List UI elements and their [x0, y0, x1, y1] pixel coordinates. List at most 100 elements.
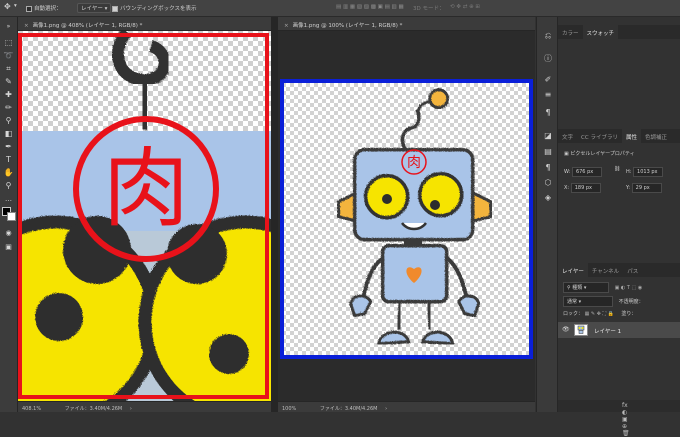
- lock-icons[interactable]: ▦ ✎ ✥ ⛶ 🔒: [585, 311, 614, 317]
- layers-panel-tabs: レイヤー チャンネル パス: [558, 263, 680, 277]
- align-icons[interactable]: ▤ ▥ ▦ ▧ ▨ ▩ ▣ ▤ ▥ ▦: [336, 4, 404, 10]
- y-input[interactable]: 29 px: [631, 183, 662, 193]
- close-icon[interactable]: ×: [24, 23, 29, 29]
- layer-thumbnail: [574, 324, 588, 336]
- blend-mode-value: 通常: [567, 299, 578, 305]
- move-tool-icon[interactable]: ✥: [4, 2, 11, 11]
- tab-swatches[interactable]: スウォッチ: [582, 25, 619, 39]
- tab-doc1[interactable]: × 画像1.png @ 408% (レイヤー 1, RGB/8) *: [18, 17, 271, 31]
- tab-color[interactable]: カラー: [558, 25, 583, 39]
- w-input[interactable]: 676 px: [571, 167, 602, 177]
- background-color-swatch[interactable]: [7, 212, 16, 221]
- brush-settings-icon[interactable]: ✐: [542, 74, 554, 86]
- tab-doc1-label: 画像1.png @ 408% (レイヤー 1, RGB/8) *: [32, 23, 143, 29]
- tab-channels[interactable]: チャンネル: [588, 263, 623, 277]
- checkbox-checked-icon: [112, 5, 118, 12]
- collapse-chevron-icon[interactable]: »: [3, 21, 14, 32]
- paragraph-styles-icon[interactable]: ¶: [542, 162, 554, 174]
- auto-select-checkbox[interactable]: 自動選択：: [26, 4, 62, 12]
- chevron-down-icon[interactable]: ▾: [14, 3, 17, 9]
- paragraph-icon[interactable]: ¶: [542, 107, 554, 119]
- layer-filter-row[interactable]: ⚲ 種類 ▾ ▣ ◐ T ⬚ ◉: [560, 280, 678, 293]
- h-input[interactable]: 1013 px: [633, 167, 664, 177]
- 3d-icon[interactable]: ⬡: [542, 177, 554, 189]
- hand-tool-icon[interactable]: ✋: [3, 167, 14, 178]
- close-icon[interactable]: ×: [284, 23, 289, 29]
- tab-layers[interactable]: レイヤー: [558, 263, 588, 277]
- adjustments-icon[interactable]: ≡: [542, 89, 554, 101]
- tab-cc-libraries[interactable]: CC ライブラリ: [577, 129, 622, 143]
- file-size-info: ファイル：3.40M/4.26M: [64, 406, 123, 412]
- zoom-level[interactable]: 100%: [282, 406, 296, 412]
- tab-adjustments[interactable]: 色調補正: [641, 129, 671, 143]
- clone-source-icon[interactable]: ◪: [542, 130, 554, 142]
- swatches-area[interactable]: [558, 39, 680, 139]
- tab-character[interactable]: 文字: [558, 129, 577, 143]
- lock-label: ロック：: [563, 311, 584, 317]
- y-label: Y:: [626, 185, 631, 191]
- zoom-tool-icon[interactable]: ⚲: [3, 180, 14, 191]
- marquee-tool-icon[interactable]: ⬚: [3, 37, 14, 48]
- crop-tool-icon[interactable]: ⌗: [3, 63, 14, 74]
- layer-footer-icons[interactable]: fx ◐ ▣ ⊕ 🗑: [622, 402, 630, 437]
- document-canvas-2[interactable]: 肉: [278, 31, 535, 401]
- y-field[interactable]: Y: 29 px: [626, 183, 662, 193]
- healing-brush-tool-icon[interactable]: ✚: [3, 89, 14, 100]
- layer-comps-icon[interactable]: ◈: [542, 192, 554, 204]
- right-panels: カラー スウォッチ 文字 CC ライブラリ 属性 色調補正 ▣ ピクセルレイヤー…: [558, 17, 680, 437]
- notes-icon[interactable]: ▤: [542, 146, 554, 158]
- tab-doc2-label: 画像1.png @ 100% (レイヤー 1, RGB/8) *: [292, 23, 403, 29]
- layer-name[interactable]: レイヤー 1: [594, 327, 621, 335]
- pen-tool-icon[interactable]: ✒: [3, 141, 14, 152]
- filter-kind-select[interactable]: ⚲ 種類 ▾: [563, 282, 609, 293]
- history-icon[interactable]: ⎌: [542, 30, 554, 42]
- x-input[interactable]: 189 px: [570, 183, 601, 193]
- chevron-right-icon[interactable]: ›: [385, 406, 387, 412]
- color-panel-tabs: カラー スウォッチ: [558, 25, 680, 39]
- mode-3d-label: 3D モード：: [413, 6, 445, 12]
- section-label: ピクセルレイヤープロパティ: [570, 151, 635, 157]
- status-bar-doc1: 408.1% ファイル：3.40M/4.26M ›: [18, 401, 271, 412]
- lasso-tool-icon[interactable]: ➰: [3, 50, 14, 61]
- document-canvas-1[interactable]: 肉: [18, 31, 271, 401]
- blend-mode-select[interactable]: 通常 ▾: [563, 296, 613, 307]
- 3d-mode-icons[interactable]: ⟲ ✥ ⇄ ⊕ ⊞: [450, 4, 480, 10]
- filter-icons[interactable]: ▣ ◐ T ⬚ ◉: [615, 285, 643, 291]
- tab-paths[interactable]: パス: [623, 263, 642, 277]
- link-icon[interactable]: ⛓: [614, 166, 620, 172]
- opacity-label: 不透明度：: [618, 299, 644, 305]
- pane-divider[interactable]: [271, 17, 278, 412]
- visibility-eye-icon[interactable]: 👁: [562, 326, 570, 333]
- zoom-level[interactable]: 408.1%: [22, 406, 41, 412]
- tab-properties[interactable]: 属性: [621, 129, 641, 143]
- more-tools-icon[interactable]: …: [3, 193, 14, 204]
- pixel-layer-properties-header: ▣ ピクセルレイヤープロパティ: [564, 150, 635, 157]
- panel-icon-column: ⎌ ⓘ ✐ ≡ ¶ ◪ ▤ ¶ ⬡ ◈: [536, 17, 558, 412]
- screen-mode-icon[interactable]: ▣: [3, 241, 14, 252]
- eraser-tool-icon[interactable]: ◧: [3, 128, 14, 139]
- blend-row: 通常 ▾ 不透明度：: [560, 294, 678, 307]
- checkbox-icon: [26, 5, 32, 12]
- width-field[interactable]: W: 676 px: [564, 167, 602, 177]
- h-label: H:: [626, 169, 632, 175]
- robot-thumbnail-icon: [577, 325, 585, 334]
- zoomed-image: 肉: [18, 31, 271, 401]
- quick-mask-icon[interactable]: ◉: [3, 227, 14, 238]
- info-icon[interactable]: ⓘ: [542, 53, 554, 65]
- chevron-right-icon[interactable]: ›: [130, 406, 132, 412]
- tab-doc2[interactable]: × 画像1.png @ 100% (レイヤー 1, RGB/8) *: [278, 17, 535, 31]
- kanji-niku: 肉: [407, 155, 421, 171]
- layer-select-dropdown[interactable]: レイヤー ▾: [77, 3, 112, 13]
- bounding-box-checkbox[interactable]: バウンディングボックスを表示: [112, 4, 196, 12]
- layer-select-value: レイヤー: [81, 6, 103, 12]
- kanji-niku-zoomed: 肉: [103, 139, 189, 239]
- stamp-tool-icon[interactable]: ⚲: [3, 115, 14, 126]
- x-field[interactable]: X: 189 px: [564, 183, 601, 193]
- layer-row[interactable]: 👁 レイヤー 1: [558, 322, 680, 338]
- brush-tool-icon[interactable]: ✏: [3, 102, 14, 113]
- height-field[interactable]: H: 1013 px: [626, 167, 664, 177]
- eyedropper-tool-icon[interactable]: ✎: [3, 76, 14, 87]
- type-tool-icon[interactable]: T: [3, 154, 14, 165]
- properties-panel-tabs: 文字 CC ライブラリ 属性 色調補正: [558, 129, 680, 143]
- layers-footer: fx ◐ ▣ ⊕ 🗑: [558, 400, 680, 437]
